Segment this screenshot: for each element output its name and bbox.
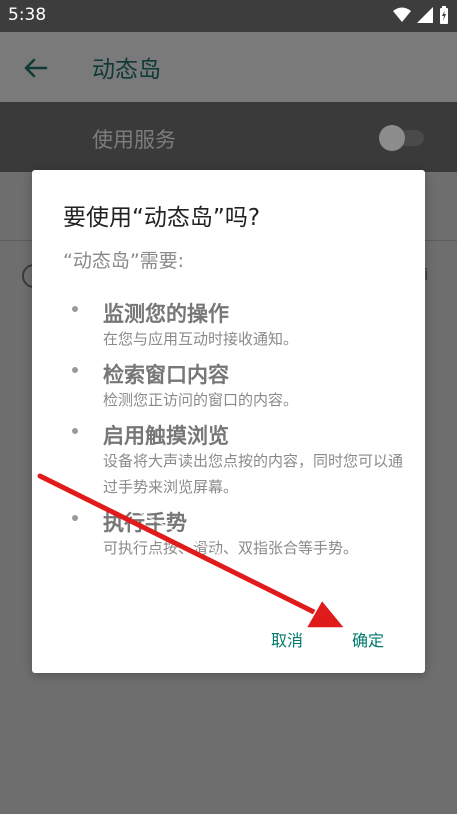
battery-charging-icon [440,6,448,24]
permission-title: 执行手势 [103,511,187,535]
cellular-signal-icon [417,7,433,23]
use-service-row[interactable]: 使用服务 [0,102,457,172]
toggle-thumb [379,125,405,151]
use-service-label: 使用服务 [92,128,176,152]
app-bar: 动态岛 [0,32,457,102]
page-title: 动态岛 [92,57,161,83]
permission-dialog: 要使用“动态岛”吗? “动态岛”需要: 监测您的操作 在您与应用互动时接收通知。… [32,170,425,673]
permission-description: 在您与应用互动时接收通知。 [103,330,299,348]
arrow-left-icon[interactable] [22,54,50,82]
wifi-icon [393,7,411,22]
status-time: 5:38 [8,5,47,25]
permission-title: 启用触摸浏览 [103,424,229,448]
cancel-button[interactable]: 取消 [271,627,303,651]
permission-description: 设备将大声读出您点按的内容，同时您可以通过手势来浏览屏幕。 [103,452,404,496]
permission-title: 监测您的操作 [103,302,229,326]
permission-description: 检测您正访问的窗口的内容。 [103,391,299,409]
bullet-icon [72,367,78,373]
dialog-title: 要使用“动态岛”吗? [63,205,261,231]
dialog-subtitle: “动态岛”需要: [63,250,185,272]
permission-title: 检索窗口内容 [103,363,229,387]
permission-description: 可执行点按、滑动、双指张合等手势。 [103,539,359,557]
bullet-icon [72,515,78,521]
confirm-button[interactable]: 确定 [352,627,384,651]
bullet-icon [72,428,78,434]
bullet-icon [72,306,78,312]
status-icons [393,6,449,24]
status-bar: 5:38 [0,0,457,32]
